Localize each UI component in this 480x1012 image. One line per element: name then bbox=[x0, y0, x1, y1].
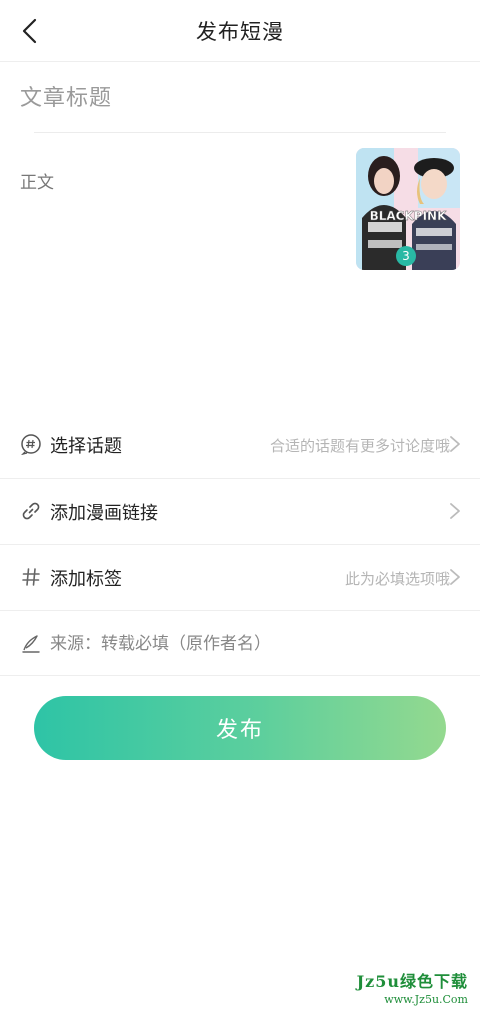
watermark-text: Jz5u绿色下载 bbox=[356, 972, 468, 991]
chevron-right-icon bbox=[448, 501, 462, 521]
add-tag-row[interactable]: 添加标签 此为必填选项哦 bbox=[0, 544, 480, 610]
select-topic-row[interactable]: 选择话题 合适的话题有更多讨论度哦 bbox=[0, 412, 480, 478]
article-title-input[interactable] bbox=[20, 78, 450, 118]
article-body-input[interactable] bbox=[20, 168, 340, 388]
image-thumbnail[interactable]: BLACKPINK 3 bbox=[356, 148, 460, 270]
hash-bubble-icon bbox=[20, 433, 42, 456]
add-comic-link-row[interactable]: 添加漫画链接 bbox=[0, 478, 480, 544]
chevron-right-icon bbox=[448, 434, 462, 454]
select-topic-hint: 合适的话题有更多讨论度哦 bbox=[269, 437, 450, 455]
source-row bbox=[0, 610, 480, 676]
add-tag-hint: 此为必填选项哦 bbox=[344, 570, 450, 588]
image-count-badge: 3 bbox=[396, 246, 416, 266]
source-input[interactable] bbox=[50, 629, 450, 659]
thumbnail-overlay-text: BLACKPINK bbox=[370, 209, 447, 223]
pen-icon bbox=[20, 632, 42, 654]
watermark-url: www.Jz5u.Com bbox=[384, 993, 468, 1006]
select-topic-label: 选择话题 bbox=[50, 436, 122, 457]
page-title: 发布短漫 bbox=[196, 20, 284, 44]
add-tag-label: 添加标签 bbox=[50, 569, 122, 590]
link-icon bbox=[20, 500, 42, 522]
app-header: 发布短漫 bbox=[0, 0, 480, 62]
chevron-right-icon bbox=[448, 567, 462, 587]
hash-icon bbox=[20, 566, 42, 588]
publish-button[interactable]: 发布 bbox=[34, 696, 446, 760]
title-divider bbox=[34, 132, 446, 133]
add-comic-link-label: 添加漫画链接 bbox=[50, 503, 158, 524]
watermark: Jz5u绿色下载 www.Jz5u.Com bbox=[357, 968, 468, 1006]
